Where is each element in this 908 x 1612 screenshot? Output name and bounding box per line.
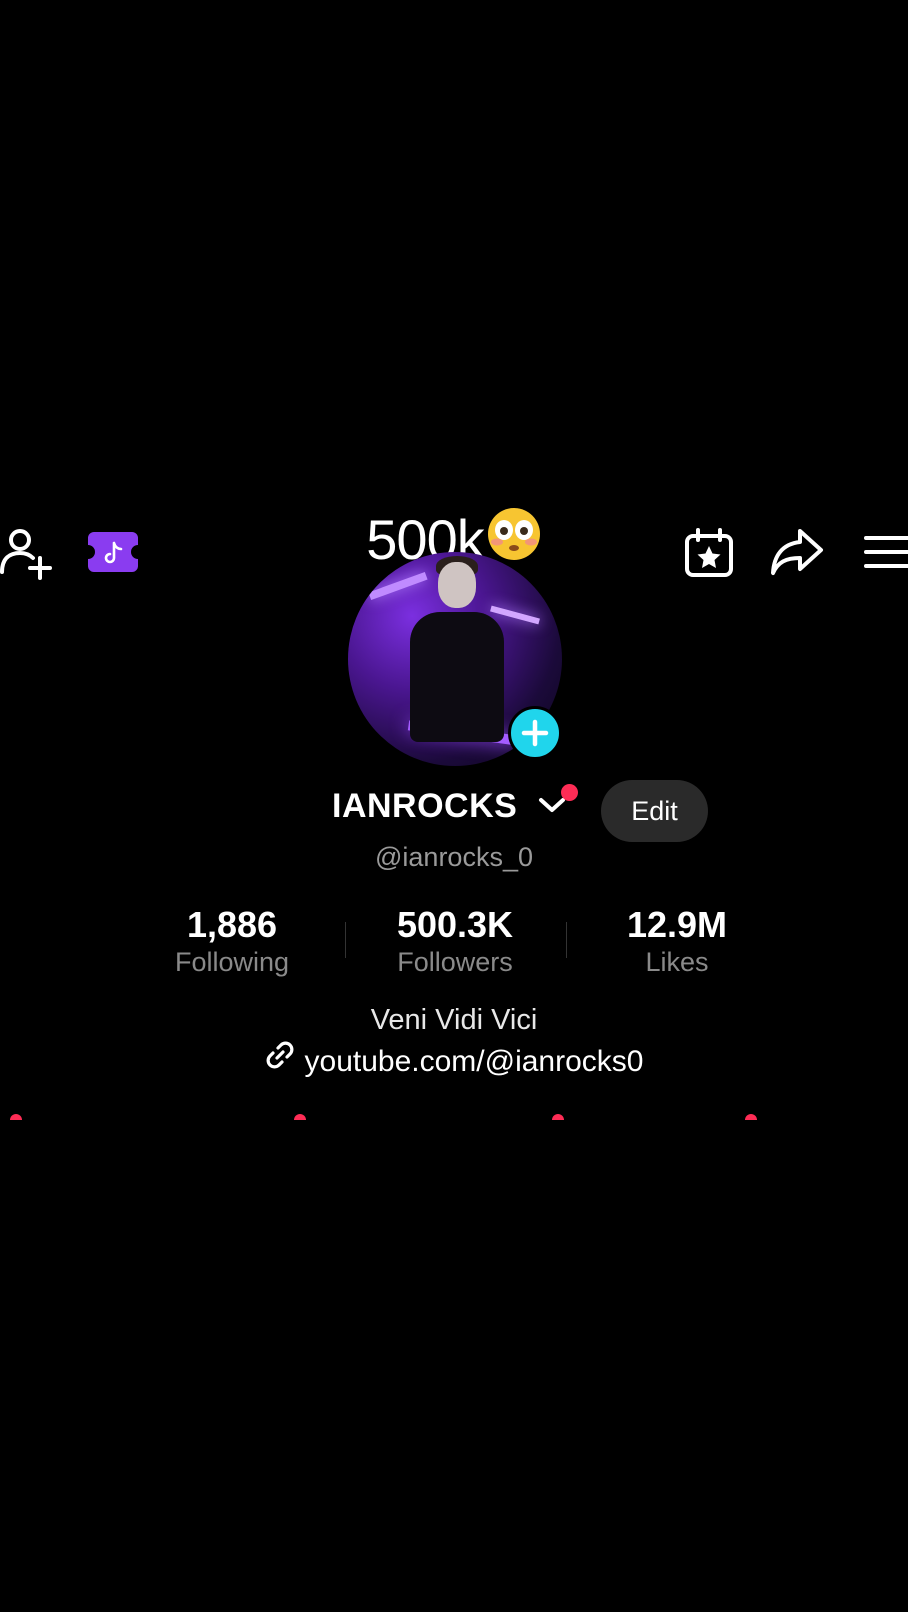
username: @ianrocks_0 [375, 842, 533, 872]
stat-followers[interactable]: 500.3K Followers [355, 904, 555, 978]
calendar-star-icon[interactable] [684, 528, 734, 578]
profile-link[interactable]: youtube.com/@ianrocks0 [0, 1040, 908, 1084]
tab-indicator-dot [552, 1114, 564, 1120]
chevron-down-icon[interactable] [538, 794, 566, 821]
tab-indicator-dot [294, 1114, 306, 1120]
stat-label: Followers [397, 947, 513, 977]
stat-divider [345, 922, 346, 958]
stat-likes[interactable]: 12.9M Likes [577, 904, 777, 978]
add-story-button[interactable] [508, 706, 562, 760]
menu-icon[interactable] [864, 534, 908, 570]
stat-label: Following [174, 947, 290, 977]
plus-icon [521, 719, 549, 747]
profile-link-text: youtube.com/@ianrocks0 [304, 1045, 644, 1078]
notification-dot [561, 784, 578, 801]
share-icon[interactable] [770, 528, 824, 576]
display-name[interactable]: IANROCKS [332, 786, 517, 826]
tab-indicator-dot [745, 1114, 757, 1120]
edit-profile-button[interactable]: Edit [601, 780, 708, 842]
stat-label: Likes [645, 947, 709, 977]
link-icon [265, 1040, 295, 1081]
stat-value: 1,886 [186, 904, 278, 945]
stat-value: 500.3K [396, 904, 514, 945]
tab-indicator-dot [10, 1114, 22, 1120]
stat-divider [566, 922, 567, 958]
bio-text: Veni Vidi Vici [370, 1004, 538, 1036]
stat-following[interactable]: 1,886 Following [132, 904, 332, 978]
stat-value: 12.9M [626, 904, 728, 945]
